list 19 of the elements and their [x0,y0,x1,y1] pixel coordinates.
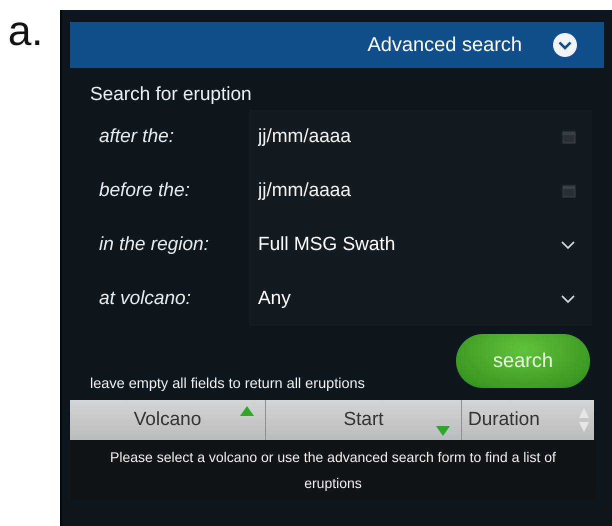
field-label: after the: [98,126,175,148]
field-label: before the: [98,180,191,202]
column-header[interactable]: Volcano [70,400,266,440]
calendar-icon [562,184,576,198]
field-label: at volcano: [98,288,192,310]
column-header[interactable]: Duration [462,400,594,440]
hint-text: leave empty all fields to return all eruptions [90,376,365,394]
empty-message: Please select a volcano or use the advanced search form to find a list of eruptions [70,440,596,500]
dropdown[interactable]: Any [249,272,592,326]
dropdown[interactable]: Full MSG Swath [249,218,592,272]
field-label: in the region: [98,234,210,256]
chevron-down-icon [560,240,576,250]
form-title: Search for eruption [89,83,253,107]
column-header[interactable]: Start [266,400,462,440]
chevron-down-circle-icon[interactable] [552,32,578,58]
header-title: Advanced search [367,34,522,56]
chevron-down-icon [560,294,576,304]
calendar-icon [562,130,576,144]
figure-label: a. [8,10,44,56]
